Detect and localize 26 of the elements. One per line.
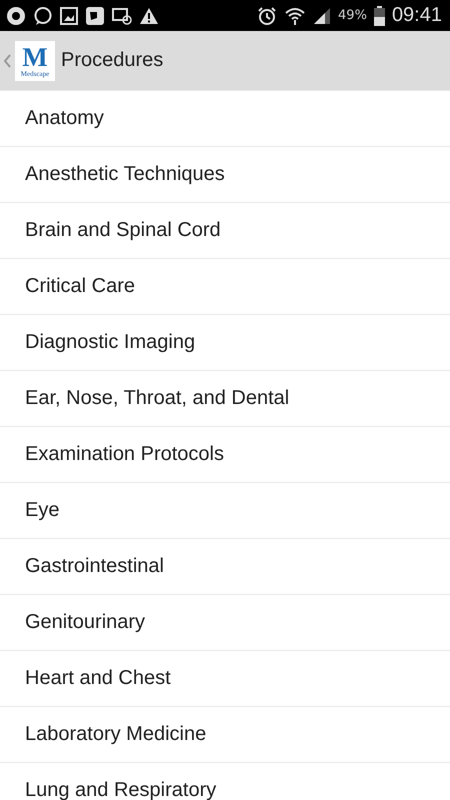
list-item[interactable]: Anatomy: [0, 91, 450, 147]
list-item[interactable]: Anesthetic Techniques: [0, 147, 450, 203]
list-item[interactable]: Eye: [0, 483, 450, 539]
image-icon: [60, 6, 78, 24]
list-item[interactable]: Lung and Respiratory: [0, 763, 450, 800]
list-item[interactable]: Brain and Spinal Cord: [0, 203, 450, 259]
alarm-clock-icon: [257, 6, 278, 26]
list-item[interactable]: Examination Protocols: [0, 427, 450, 483]
list-item[interactable]: Heart and Chest: [0, 651, 450, 707]
screen-title: Procedures: [61, 49, 164, 72]
chat-bubble-icon: [33, 6, 53, 26]
battery-icon: [374, 6, 385, 26]
list-item[interactable]: Ear, Nose, Throat, and Dental: [0, 371, 450, 427]
list-item[interactable]: Gastrointestinal: [0, 539, 450, 595]
list-item[interactable]: Diagnostic Imaging: [0, 315, 450, 371]
signal-icon: [313, 6, 332, 24]
app-notification-icon: [85, 6, 105, 26]
app-notification-icon: [6, 6, 26, 26]
list-item[interactable]: Laboratory Medicine: [0, 707, 450, 763]
clock-time: 09:41: [392, 4, 442, 27]
list-item[interactable]: Genitourinary: [0, 595, 450, 651]
list-item[interactable]: Critical Care: [0, 259, 450, 315]
back-chevron-icon[interactable]: [4, 54, 11, 68]
battery-percent: 49%: [338, 8, 367, 23]
wifi-icon: [284, 6, 306, 26]
warning-icon: [139, 6, 159, 24]
